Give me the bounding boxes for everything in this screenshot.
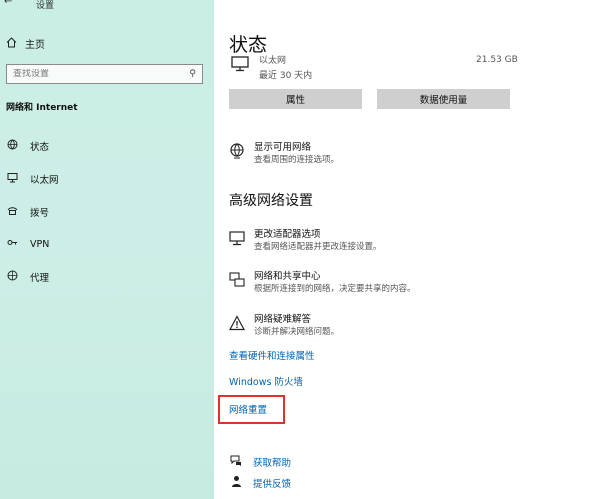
- ethernet-data-size: 21.53 GB: [476, 55, 518, 65]
- back-arrow-icon[interactable]: ←: [4, 0, 12, 7]
- get-help-label: 获取帮助: [253, 458, 292, 469]
- feedback-person-icon: [229, 475, 243, 491]
- sharing-center-title: 网络和共享中心: [254, 271, 321, 282]
- help-chat-icon: [229, 454, 243, 470]
- window-title: 设置: [36, 1, 55, 11]
- hardware-properties-link[interactable]: 查看硬件和连接属性: [229, 348, 315, 362]
- troubleshoot-item[interactable]: 网络疑难解答 诊断并解决网络问题。: [228, 313, 340, 339]
- sidebar-item-vpn[interactable]: VPN: [6, 237, 49, 251]
- sidebar-item-ethernet[interactable]: 以太网: [6, 172, 59, 186]
- feedback-label: 提供反馈: [253, 479, 292, 490]
- show-networks-desc: 查看周围的连接选项。: [254, 155, 340, 165]
- section-title: 网络和 Internet: [6, 103, 78, 113]
- feedback-item[interactable]: 提供反馈: [229, 475, 291, 491]
- show-networks-title: 显示可用网络: [254, 142, 312, 153]
- adapter-icon: [229, 230, 245, 246]
- ethernet-name: 以太网: [259, 56, 287, 66]
- properties-button[interactable]: 属性: [229, 89, 362, 109]
- sidebar-item-label: 代理: [30, 273, 50, 284]
- show-networks-item[interactable]: 显示可用网络 查看周围的连接选项。: [229, 141, 339, 167]
- sharing-center-icon: [229, 272, 245, 288]
- sidebar-item-proxy[interactable]: 代理: [6, 270, 49, 284]
- sharing-center-desc: 根据所连接到的网络，决定要共享的内容。: [254, 284, 416, 294]
- change-adapter-item[interactable]: 更改适配器选项 查看网络适配器并更改连接设置。: [229, 228, 382, 254]
- sidebar-item-label: 状态: [30, 142, 50, 153]
- firewall-link[interactable]: Windows 防火墙: [229, 374, 303, 388]
- change-adapter-desc: 查看网络适配器并更改连接设置。: [254, 242, 382, 252]
- get-help-item[interactable]: 获取帮助: [229, 454, 291, 470]
- sidebar-home-label: 主页: [25, 40, 45, 51]
- main-panel: 状态 以太网 最近 30 天内 21.53 GB 属性 数据使用量 显示可用网络…: [214, 0, 600, 499]
- home-icon: [6, 36, 17, 51]
- proxy-globe-icon: [6, 270, 18, 284]
- search-box[interactable]: ⚲: [6, 64, 203, 84]
- ethernet-pc-icon: [231, 56, 251, 72]
- sidebar: ← 设置 主页 ⚲ 网络和 Internet 状态 以太网 拨号 VPN: [0, 0, 214, 499]
- globe-network-icon: [229, 143, 245, 159]
- data-usage-button[interactable]: 数据使用量: [377, 89, 510, 109]
- sharing-center-item[interactable]: 网络和共享中心 根据所连接到的网络，决定要共享的内容。: [229, 270, 416, 296]
- warning-icon: [228, 315, 246, 331]
- change-adapter-title: 更改适配器选项: [254, 229, 321, 240]
- sidebar-item-label: 以太网: [30, 175, 59, 186]
- sidebar-item-label: 拨号: [30, 208, 50, 219]
- sidebar-item-status[interactable]: 状态: [6, 139, 49, 153]
- troubleshoot-desc: 诊断并解决网络问题。: [254, 327, 340, 337]
- ethernet-icon: [6, 172, 18, 186]
- vpn-icon: [6, 237, 18, 251]
- search-icon[interactable]: ⚲: [189, 69, 196, 79]
- sidebar-item-home[interactable]: 主页: [6, 36, 45, 51]
- dialup-icon: [6, 205, 18, 219]
- troubleshoot-title: 网络疑难解答: [254, 314, 312, 325]
- advanced-settings-heading: 高级网络设置: [229, 193, 313, 209]
- highlight-box: [218, 395, 285, 424]
- sidebar-item-dialup[interactable]: 拨号: [6, 205, 49, 219]
- ethernet-time: 最近 30 天内: [259, 71, 313, 81]
- search-input[interactable]: [13, 69, 183, 79]
- sidebar-item-label: VPN: [30, 238, 50, 250]
- globe-status-icon: [6, 139, 18, 153]
